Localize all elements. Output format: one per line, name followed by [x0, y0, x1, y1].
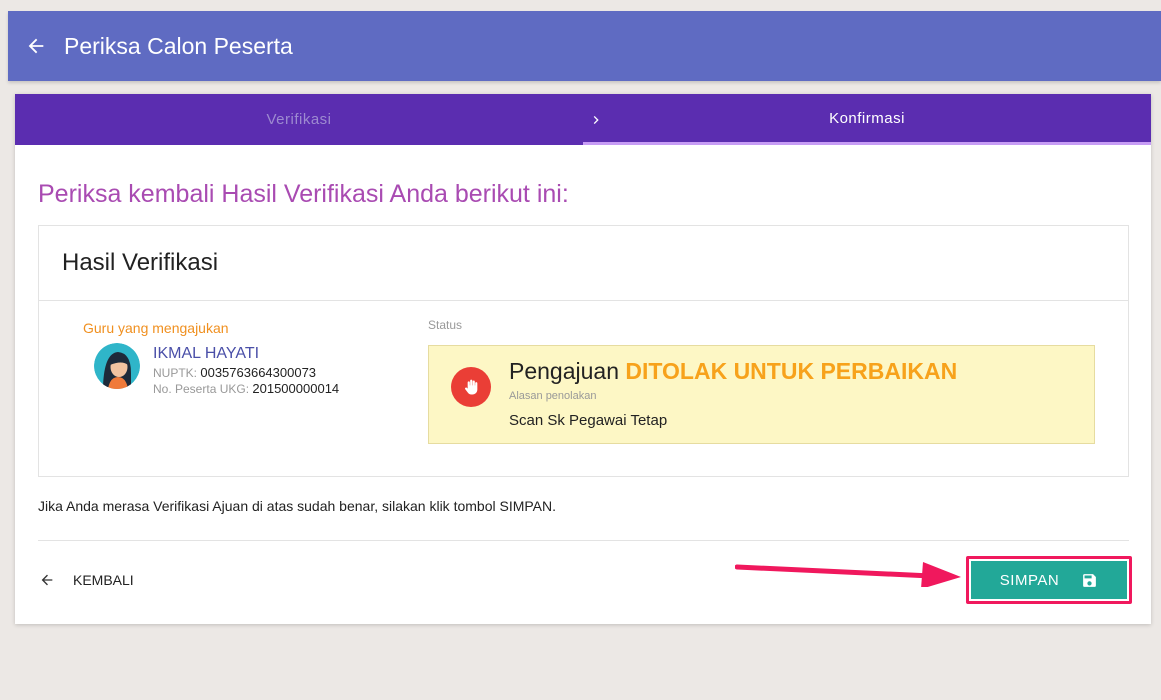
- stepper: Verifikasi Konfirmasi: [15, 94, 1151, 145]
- back-label: KEMBALI: [73, 572, 134, 588]
- status-prefix: Pengajuan: [509, 358, 619, 384]
- person-info: IKMAL HAYATI NUPTK: 0035763664300073 No.…: [153, 345, 339, 397]
- nuptk-row: NUPTK: 0035763664300073: [153, 365, 339, 381]
- result-card: Hasil Verifikasi Guru yang mengajukan IK…: [38, 225, 1129, 477]
- arrow-left-icon: [28, 38, 44, 54]
- status-text: Pengajuan DITOLAK UNTUK PERBAIKAN: [509, 358, 957, 385]
- save-hint: Jika Anda merasa Verifikasi Ajuan di ata…: [38, 498, 557, 514]
- floppy-disk-icon: [1083, 573, 1097, 587]
- reason-value: Scan Sk Pegawai Tetap: [509, 412, 668, 429]
- back-link[interactable]: KEMBALI: [39, 572, 134, 588]
- save-label: SIMPAN: [999, 571, 1060, 589]
- reason-label: Alasan penolakan: [509, 390, 597, 402]
- annotation-arrow-icon: [735, 562, 961, 587]
- hand-stop-icon: [451, 367, 491, 407]
- status-box: Pengajuan DITOLAK UNTUK PERBAIKAN Alasan…: [428, 345, 1095, 444]
- divider: [38, 540, 1129, 541]
- person-name: IKMAL HAYATI: [153, 345, 260, 362]
- section-heading: Periksa kembali Hasil Verifikasi Anda be…: [38, 180, 569, 208]
- arrow-left-icon: [41, 574, 53, 586]
- step-label: Konfirmasi: [829, 109, 905, 127]
- nuptk-value: 0035763664300073: [200, 365, 317, 380]
- ukg-value: 201500000014: [252, 381, 340, 396]
- status-highlight: DITOLAK UNTUK PERBAIKAN: [625, 358, 958, 384]
- chevron-right-icon: [584, 94, 608, 145]
- step-label: Verifikasi: [266, 111, 332, 128]
- result-title: Hasil Verifikasi: [39, 226, 1128, 301]
- nuptk-label: NUPTK:: [153, 366, 198, 380]
- guru-label: Guru yang mengajukan: [83, 320, 229, 336]
- back-button[interactable]: [8, 11, 64, 81]
- avatar: [94, 343, 140, 389]
- save-button[interactable]: SIMPAN: [971, 561, 1127, 599]
- verification-card: Verifikasi Konfirmasi Periksa kembali Ha…: [15, 94, 1151, 624]
- ukg-row: No. Peserta UKG: 201500000014: [153, 381, 339, 397]
- ukg-label: No. Peserta UKG:: [153, 382, 250, 396]
- app-bar: Periksa Calon Peserta: [8, 11, 1161, 81]
- step-konfirmasi[interactable]: Konfirmasi: [583, 94, 1151, 145]
- step-verifikasi[interactable]: Verifikasi: [15, 94, 583, 145]
- status-label: Status: [428, 318, 463, 332]
- page-title: Periksa Calon Peserta: [64, 32, 293, 59]
